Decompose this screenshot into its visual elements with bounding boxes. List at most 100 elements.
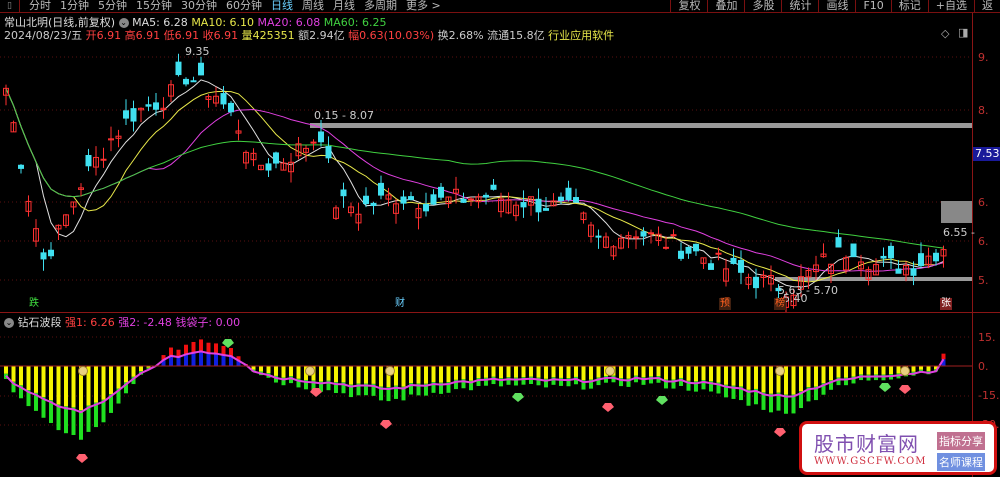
yellow-bar (521, 366, 526, 378)
yellow-bar (859, 366, 863, 375)
indicator-name[interactable]: 钻石波段 (18, 316, 62, 329)
level-annotation: 6.55 - (943, 226, 975, 239)
candle-body (708, 263, 714, 270)
yellow-bar (349, 366, 353, 385)
red-bar (191, 341, 196, 353)
green-bar (56, 404, 61, 431)
resistance-band (310, 123, 972, 128)
candle-body (363, 195, 369, 205)
yellow-bar (589, 366, 593, 380)
red-bar (941, 353, 946, 360)
yellow-bar (446, 366, 451, 383)
yellow-bar (379, 366, 383, 387)
yellow-bar (461, 366, 466, 380)
money-bag-icon (775, 366, 785, 376)
yellow-bar (701, 366, 706, 380)
yellow-bar (596, 366, 601, 378)
blue-bar (214, 353, 218, 366)
yellow-bar (641, 366, 646, 378)
yellow-bar (491, 366, 496, 377)
red-bar (214, 343, 218, 354)
candle-body (85, 155, 92, 167)
qiang2-value: 强2: -2.48 (118, 316, 172, 329)
candle-body (400, 196, 407, 204)
event-marker[interactable]: 榜 (774, 298, 786, 310)
candle-body (265, 163, 272, 171)
candle-body (468, 198, 474, 201)
candle-body (543, 208, 549, 211)
candle-body (423, 203, 429, 212)
yellow-bar (851, 366, 856, 377)
event-marker[interactable]: 预 (719, 298, 731, 310)
yellow-bar (334, 366, 338, 383)
candle-body (370, 202, 377, 207)
yellow-bar (626, 366, 631, 379)
yellow-bar (514, 366, 518, 378)
yellow-bar (116, 366, 121, 389)
event-marker[interactable]: 财 (394, 298, 406, 310)
diamond-icon (656, 396, 668, 405)
yellow-bar (529, 366, 533, 377)
yellow-bar (694, 366, 698, 382)
candle-body (145, 104, 152, 107)
low-annotation: 5.40 (783, 292, 808, 305)
money-bag-icon (78, 366, 88, 376)
candle-body (340, 189, 347, 197)
candle-body (123, 110, 129, 119)
yellow-bar (439, 366, 443, 383)
yellow-bar (649, 366, 653, 377)
candle-body (408, 196, 414, 200)
diamond-icon (774, 428, 786, 437)
yellow-bar (821, 366, 826, 384)
yellow-bar (896, 366, 901, 374)
yellow-bar (679, 366, 683, 378)
event-marker[interactable]: 跌 (28, 298, 40, 310)
yellow-bar (409, 366, 413, 384)
yellow-bar (791, 366, 796, 395)
candle-body (378, 182, 384, 196)
candle-body (318, 131, 324, 143)
yellow-bar (371, 366, 376, 384)
candle-body (130, 108, 137, 122)
candle-body (40, 252, 47, 260)
tag-indicator-share[interactable]: 指标分享 (937, 432, 985, 450)
candle-body (693, 243, 699, 252)
candle-body (153, 102, 159, 110)
ma10-line (5, 88, 944, 283)
sub-axis-label: 0. (978, 360, 989, 373)
blue-bar (184, 354, 188, 366)
yellow-bar (656, 366, 661, 377)
money-bag-icon (900, 366, 910, 376)
yellow-bar (634, 366, 638, 376)
event-marker[interactable]: 张 (940, 298, 952, 310)
yellow-bar (664, 366, 668, 380)
candle-body (175, 61, 182, 76)
candle-body (738, 260, 744, 273)
yellow-bar (881, 366, 886, 375)
candle-body (753, 276, 759, 289)
tag-teacher-course[interactable]: 名师课程 (937, 453, 985, 471)
diamond-icon (512, 393, 524, 402)
yellow-bar (26, 366, 31, 391)
yellow-bar (364, 366, 368, 384)
ma60-line (5, 88, 944, 249)
yellow-bar (814, 366, 818, 387)
green-bar (94, 402, 98, 428)
yellow-bar (536, 366, 541, 378)
sub-axis-label: 15. (978, 331, 996, 344)
yellow-bar (566, 366, 571, 379)
candle-body (483, 194, 489, 198)
red-bar (169, 347, 173, 356)
candle-body (933, 252, 939, 262)
dropdown-icon[interactable]: ⌄ (4, 318, 14, 328)
price-label: 6. (978, 235, 989, 248)
yellow-bar (109, 366, 113, 395)
yellow-bar (274, 366, 278, 376)
candle-body (730, 257, 737, 264)
kline-chart (0, 53, 972, 463)
price-label: 6. (978, 196, 989, 209)
blue-bar (221, 355, 226, 366)
red-bar (184, 344, 188, 355)
price-label: 9. (978, 51, 989, 64)
yellow-bar (94, 366, 98, 403)
